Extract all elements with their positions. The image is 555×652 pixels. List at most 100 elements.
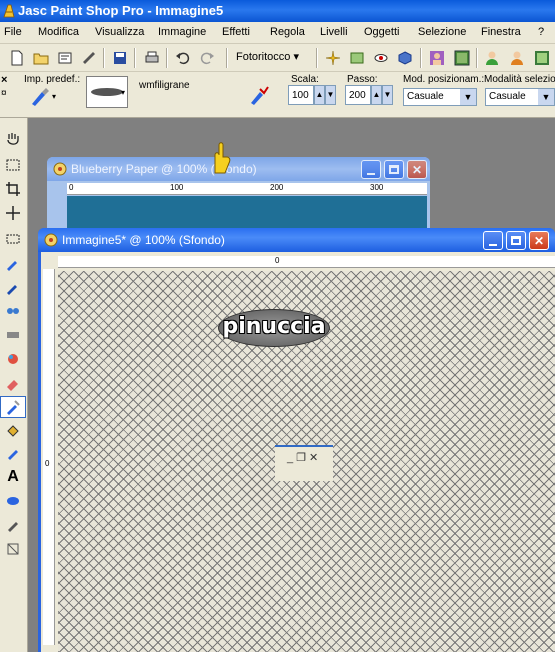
selection-mode-label: Modalità selezione [484,74,555,85]
restore-icon[interactable]: ❐ [296,452,309,464]
fotoritocco-label: Fotoritocco [236,51,291,63]
gradient-icon[interactable] [346,47,368,69]
pan-hand-icon[interactable] [0,128,26,150]
stepper-up-icon[interactable]: ▲ [371,85,382,105]
close-icon[interactable]: ✕ [309,452,321,464]
maximize-button[interactable] [384,160,404,179]
toolbar-separator [476,48,478,68]
pen-icon[interactable] [0,442,26,464]
blueberry-titlebar[interactable]: Blueberry Paper @ 100% (Sfondo) ✕ [47,157,430,181]
watermark-stamp[interactable]: pinuccia [218,309,330,347]
close-button[interactable]: ✕ [407,160,427,179]
immagine5-window[interactable]: Immagine5* @ 100% (Sfondo) ✕ 0 0 pinucci… [38,228,555,652]
menu-oggetti[interactable]: Oggetti [364,26,399,38]
dropper-icon[interactable] [0,252,26,274]
deform-icon[interactable] [0,538,26,560]
paint-brush-icon[interactable] [0,276,26,298]
chevron-down-icon: ▼ [538,89,554,105]
stepper-down-icon[interactable]: ▼ [325,85,336,105]
close-icon: ✕ [411,162,423,177]
user-green-icon[interactable] [481,47,503,69]
redo-icon[interactable] [196,47,218,69]
crop-icon[interactable] [0,178,26,200]
close-icon: ✕ [533,233,545,248]
document-icon [44,233,58,247]
fotoritocco-dropdown[interactable]: Fotoritocco ▾ [236,50,299,63]
step-input[interactable]: 200 [345,85,371,105]
browse-icon[interactable] [54,47,76,69]
menu-selezione[interactable]: Selezione [418,26,466,38]
app-titlebar: Jasc Paint Shop Pro - Immagine5 [0,0,555,22]
chevron-down-icon[interactable]: ▾ [121,88,125,97]
move-icon[interactable] [0,202,26,224]
selection-mode-select[interactable]: Casuale ▼ [485,88,555,106]
open-folder-icon[interactable] [30,47,52,69]
standard-toolbar: Fotoritocco ▾ [0,44,555,72]
transparent-canvas[interactable]: pinuccia _❐✕ [58,271,555,652]
menu-help[interactable]: ? [538,26,544,38]
blueberry-paper-window[interactable]: Blueberry Paper @ 100% (Sfondo) ✕ 0 100 … [47,157,430,237]
menu-finestra[interactable]: Finestra [481,26,521,38]
cube-icon[interactable] [394,47,416,69]
toolbar-separator [316,48,318,68]
position-mode-select[interactable]: Casuale ▼ [403,88,477,106]
print-icon[interactable] [141,47,163,69]
minimized-panel-controls[interactable]: _❐✕ [287,451,321,464]
minimized-panel[interactable]: _❐✕ [275,445,333,481]
menu-immagine[interactable]: Immagine [158,26,206,38]
minimize-button[interactable] [361,160,381,179]
options-close-icon[interactable]: × [1,74,7,86]
brush-check-icon [251,86,269,105]
color-changer-icon[interactable] [0,348,26,370]
apply-brush-button[interactable] [248,84,272,108]
user-orange-icon[interactable] [506,47,528,69]
ruler-tick-label: 300 [370,183,384,192]
flood-fill-icon[interactable] [0,420,26,442]
toolbar-separator [134,48,136,68]
preset-brush-button[interactable] [28,86,54,108]
ruler-tick-label: 100 [170,183,184,192]
menu-effetti[interactable]: Effetti [222,26,250,38]
watermark-name: wmfiligrane [139,80,190,91]
minimize-icon[interactable]: _ [287,452,296,464]
chevron-down-icon: ▾ [293,51,300,63]
red-eye-icon[interactable] [370,47,392,69]
save-icon[interactable] [109,47,131,69]
clone-icon[interactable] [0,300,26,322]
menu-visualizza[interactable]: Visualizza [95,26,144,38]
maximize-button[interactable] [506,231,526,250]
shape-icon[interactable] [0,490,26,512]
menu-livelli[interactable]: Livelli [320,26,348,38]
chevron-down-icon[interactable]: ▾ [52,92,56,101]
options-pin-icon[interactable]: ¤ [1,88,7,99]
sparkle-icon[interactable] [322,47,344,69]
minimize-button[interactable] [483,231,503,250]
scale-input[interactable]: 100 [288,85,314,105]
close-button[interactable]: ✕ [529,231,549,250]
landscape-icon[interactable] [451,47,473,69]
menu-regola[interactable]: Regola [270,26,305,38]
undo-icon[interactable] [172,47,194,69]
vertical-ruler: 0 [43,269,55,645]
toolbar-separator [226,48,228,68]
menu-file[interactable]: File [4,26,22,38]
scale-stepper[interactable]: ▲ ▼ [314,85,336,105]
selection-icon[interactable] [0,154,26,176]
stepper-up-icon[interactable]: ▲ [314,85,325,105]
picture-tube-icon[interactable] [0,396,26,418]
immagine5-titlebar[interactable]: Immagine5* @ 100% (Sfondo) ✕ [38,228,555,252]
marquee-icon[interactable] [0,228,26,250]
warp-brush-icon[interactable] [0,514,26,536]
portrait-icon[interactable] [426,47,448,69]
menu-modifica[interactable]: Modifica [38,26,79,38]
psp-app-icon[interactable] [2,3,16,19]
eraser-icon[interactable] [0,372,26,394]
text-icon[interactable]: A [0,466,26,488]
scan-icon[interactable] [78,47,100,69]
new-file-icon[interactable] [6,47,28,69]
stepper-down-icon[interactable]: ▼ [382,85,393,105]
step-stepper[interactable]: ▲ ▼ [371,85,393,105]
image-frame-icon[interactable] [531,47,553,69]
document-icon [53,162,67,176]
retouch-icon[interactable] [0,324,26,346]
